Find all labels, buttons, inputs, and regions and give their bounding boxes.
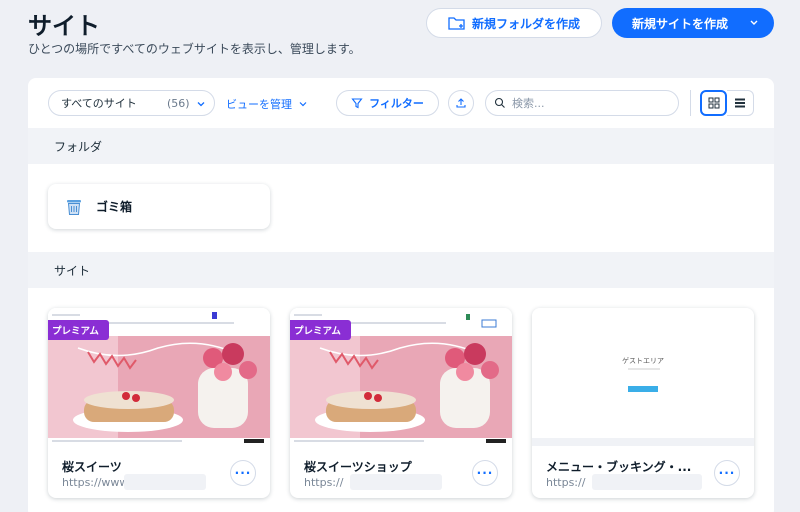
create-site-label: 新規サイトを作成 [632, 16, 729, 31]
folder-plus-icon [448, 17, 465, 30]
chevron-down-icon [197, 102, 205, 107]
list-view-toggle[interactable] [727, 90, 754, 116]
filter-label: フィルター [369, 97, 424, 110]
thumbnail-button [628, 386, 658, 392]
more-icon: ··· [476, 466, 494, 480]
filter-button[interactable]: フィルター [336, 90, 439, 116]
search-icon [494, 97, 505, 108]
upload-icon [456, 98, 466, 108]
more-actions-button[interactable]: ··· [472, 460, 498, 486]
grid-icon [708, 97, 719, 109]
site-card[interactable]: プレミアム 桜スイーツショップ https:// ··· [290, 308, 512, 498]
search-input[interactable] [512, 96, 672, 110]
manage-views-label: ビューを管理 [226, 98, 292, 111]
chevron-down-icon [299, 102, 307, 107]
sites-section-label: サイト [54, 263, 91, 278]
premium-badge: プレミアム [290, 320, 351, 340]
thumbnail-footer [532, 438, 754, 446]
grid-view-toggle[interactable] [700, 90, 727, 116]
page-subtitle: ひとつの場所ですべてのウェブサイトを表示し、管理します。 [28, 42, 361, 56]
site-card[interactable]: ゲストエリア メニュー・ブッキング・... https:// ··· [532, 308, 754, 498]
view-select-count: (56) [167, 97, 190, 110]
folders-section-header: フォルダ [28, 128, 774, 164]
site-url[interactable]: https:// [304, 476, 343, 489]
create-folder-label: 新規フォルダを作成 [471, 16, 580, 31]
chevron-down-icon[interactable] [748, 16, 760, 28]
create-site-button[interactable]: 新規サイトを作成 [612, 8, 774, 38]
folder-name: ゴミ箱 [96, 200, 133, 214]
folders-section-label: フォルダ [54, 139, 103, 154]
search-box[interactable] [485, 90, 679, 116]
manage-views-link[interactable]: ビューを管理 [226, 96, 308, 112]
more-icon: ··· [234, 466, 252, 480]
more-icon: ··· [718, 466, 736, 480]
url-redaction [350, 474, 442, 490]
site-name: 桜スイーツショップ [304, 460, 412, 474]
toolbar-divider [690, 90, 691, 116]
view-select[interactable]: すべてのサイト (56) [48, 90, 215, 116]
site-url[interactable]: https://www. [62, 476, 131, 489]
site-thumbnail: ゲストエリア [532, 308, 754, 446]
trash-icon [67, 199, 81, 215]
site-url[interactable]: https:// [546, 476, 585, 489]
filter-icon [351, 98, 363, 109]
site-name: メニュー・ブッキング・... [546, 460, 692, 474]
export-button[interactable] [448, 90, 474, 116]
thumbnail-divider [628, 368, 660, 370]
premium-badge: プレミアム [48, 320, 109, 340]
page-title: サイト [28, 12, 100, 40]
url-redaction [592, 474, 702, 490]
folder-card-trash[interactable]: ゴミ箱 [48, 184, 270, 229]
list-icon [735, 98, 745, 108]
toolbar: すべてのサイト (56) ビューを管理 フィルター [28, 78, 774, 128]
sites-section-header: サイト [28, 252, 774, 288]
site-card[interactable]: プレミアム 桜スイーツ https://www. ··· [48, 308, 270, 498]
more-actions-button[interactable]: ··· [230, 460, 256, 486]
thumbnail-title: ゲストエリア [622, 357, 664, 365]
url-redaction [124, 474, 206, 490]
create-folder-button[interactable]: 新規フォルダを作成 [426, 8, 602, 38]
sites-panel: すべてのサイト (56) ビューを管理 フィルター 検索... フォルダ ゴミ箱… [28, 78, 774, 512]
view-select-label: すべてのサイト [61, 97, 137, 110]
more-actions-button[interactable]: ··· [714, 460, 740, 486]
site-name: 桜スイーツ [62, 460, 122, 474]
